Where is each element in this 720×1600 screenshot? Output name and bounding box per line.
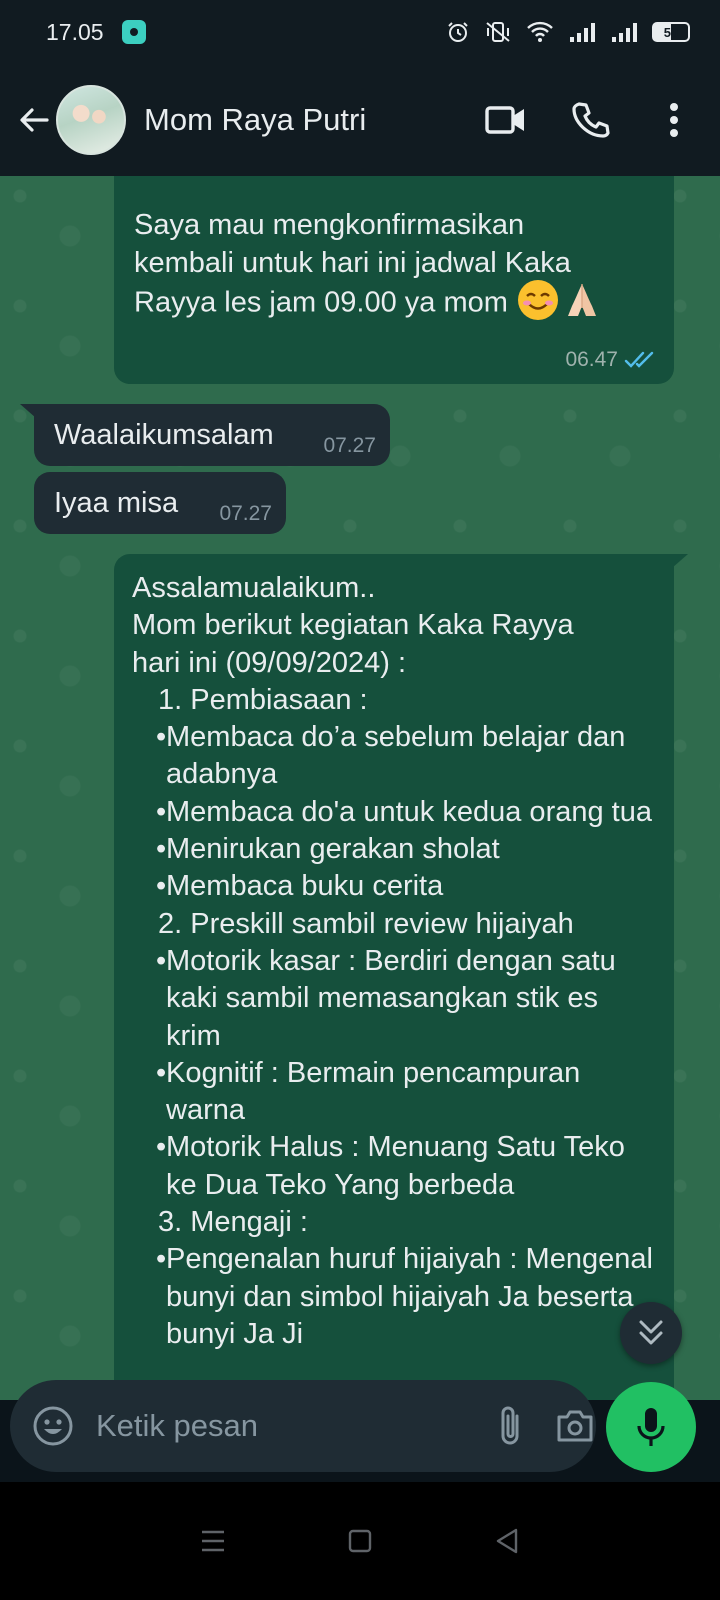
microphone-icon [637, 1408, 665, 1446]
battery-level: 50 [663, 24, 679, 40]
list-item: • Membaca do'a untuk kedua orang tua [156, 795, 652, 828]
list-item: • Kognitif : Bermain pencampuran warna [156, 1056, 581, 1127]
alarm-icon [448, 22, 468, 42]
back-nav-button[interactable] [477, 1511, 537, 1571]
voice-message-button[interactable] [606, 1382, 696, 1472]
status-time: 17.05 [46, 18, 104, 45]
battery-icon: 50 [652, 22, 690, 42]
emoji-icon [33, 1406, 73, 1446]
phone-icon [572, 102, 610, 138]
chat-area[interactable]: Saya mau mengkonfirmasikan kembali untuk… [0, 176, 720, 1400]
emoji-button[interactable] [32, 1402, 74, 1450]
contact-name[interactable]: Mom Raya Putri [144, 102, 452, 138]
message-line: Mom berikut kegiatan Kaka Rayya [132, 609, 574, 642]
video-call-button[interactable] [476, 90, 536, 150]
more-options-button[interactable] [644, 90, 704, 150]
menu-icon [202, 1530, 225, 1552]
signal-icon [570, 23, 595, 42]
message-text: Waalaikumsalam [54, 419, 274, 451]
recent-apps-button[interactable] [183, 1511, 243, 1571]
incoming-message[interactable]: Waalaikumsalam 07.27 [34, 404, 390, 466]
outgoing-message[interactable]: Saya mau mengkonfirmasikan kembali untuk… [114, 176, 674, 384]
list-item: • Membaca buku cerita [156, 870, 444, 903]
message-input[interactable] [96, 1408, 495, 1444]
list-heading: 3. Mengaji : [158, 1206, 308, 1239]
back-triangle-icon [496, 1528, 517, 1554]
notification-app-icon [121, 20, 146, 44]
list-item: • Motorik Halus : Menuang Satu Teko ke Du… [156, 1131, 625, 1201]
bubble-tail [672, 554, 688, 568]
vibrate-off-icon [486, 22, 510, 42]
chat-header: Mom Raya Putri [0, 64, 720, 176]
message-text: Saya mau mengkonfirmasikan kembali untuk… [134, 206, 654, 326]
paperclip-icon [501, 1406, 519, 1445]
attach-button[interactable] [495, 1402, 525, 1450]
back-arrow-icon [20, 108, 49, 132]
list-item: • Membaca do’a sebelum belajar dan adabny… [156, 721, 626, 791]
list-item: • Motorik kasar : Berdiri dengan satu kak… [156, 944, 616, 1052]
list-heading: 1. Pembiasaan : [158, 683, 368, 716]
camera-button[interactable] [555, 1402, 595, 1450]
wifi-icon [527, 21, 553, 42]
message-meta: 06.47 [565, 348, 658, 372]
smiling-face-emoji-icon [518, 280, 558, 320]
signal-icon-2 [612, 23, 637, 42]
voice-call-button[interactable] [560, 90, 620, 150]
list-heading: 2. Preskill sambil review hijaiyah [158, 907, 574, 940]
message-line: hari ini (09/09/2024) : [132, 646, 407, 679]
message-time: 07.27 [219, 502, 272, 525]
scroll-to-bottom-button[interactable] [620, 1302, 682, 1364]
list-item: • Menirukan gerakan sholat [156, 833, 500, 866]
message-line: Assalamualaikum.. [132, 572, 376, 604]
home-square-icon [348, 1529, 372, 1553]
message-text: Iyaa misa [54, 487, 179, 519]
more-vertical-icon [670, 103, 678, 137]
message-time: 06.47 [565, 348, 618, 371]
video-camera-icon [485, 106, 524, 134]
system-navigation-bar [0, 1482, 720, 1600]
status-bar: 17.05 50 [0, 0, 720, 64]
double-check-read-icon [624, 351, 654, 368]
folded-hands-emoji-icon [568, 284, 596, 316]
camera-icon [557, 1410, 593, 1442]
avatar[interactable] [56, 85, 126, 155]
message-time: 07.27 [323, 434, 376, 457]
double-chevron-down-icon [639, 1320, 663, 1345]
incoming-message[interactable]: Iyaa misa 07.27 [34, 472, 286, 534]
message-composer [10, 1380, 596, 1472]
back-button[interactable] [16, 102, 52, 138]
outgoing-message-activities[interactable]: Assalamualaikum.. Mom berikut kegiatan K… [114, 554, 674, 1400]
list-item: • Pengenalan huruf hijaiyah : Mengenal bu… [156, 1243, 653, 1350]
status-icons: 50 [446, 20, 690, 44]
home-button[interactable] [330, 1511, 390, 1571]
